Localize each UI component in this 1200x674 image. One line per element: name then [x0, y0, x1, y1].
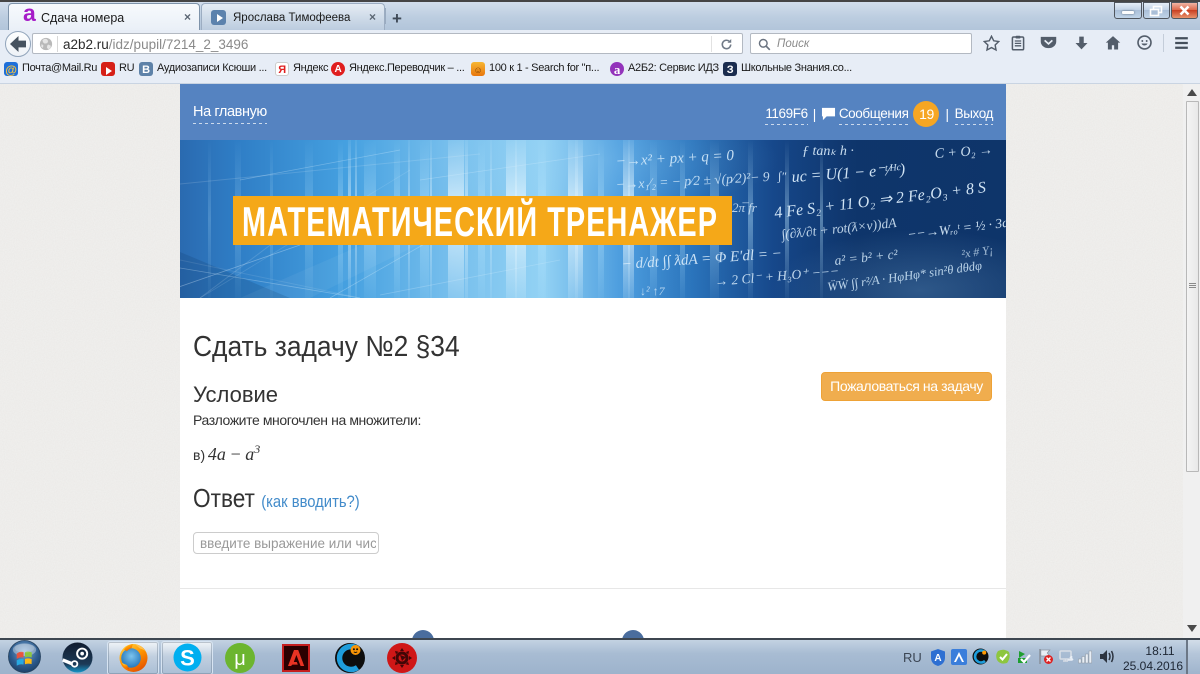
svg-text:μ: μ	[234, 648, 246, 670]
svg-text:МАТЕМАТИЧЕСКИЙ ТРЕНАЖЕР: МАТЕМАТИЧЕСКИЙ ТРЕНАЖЕР	[242, 197, 718, 245]
svg-text:ƒ tanₖ h ·: ƒ tanₖ h ·	[802, 144, 854, 159]
svg-text:S: S	[180, 646, 195, 671]
svg-text:A: A	[934, 653, 941, 664]
svg-text:∫″: ∫″	[777, 169, 787, 183]
svg-text:↓² ↑7: ↓² ↑7	[640, 284, 666, 298]
